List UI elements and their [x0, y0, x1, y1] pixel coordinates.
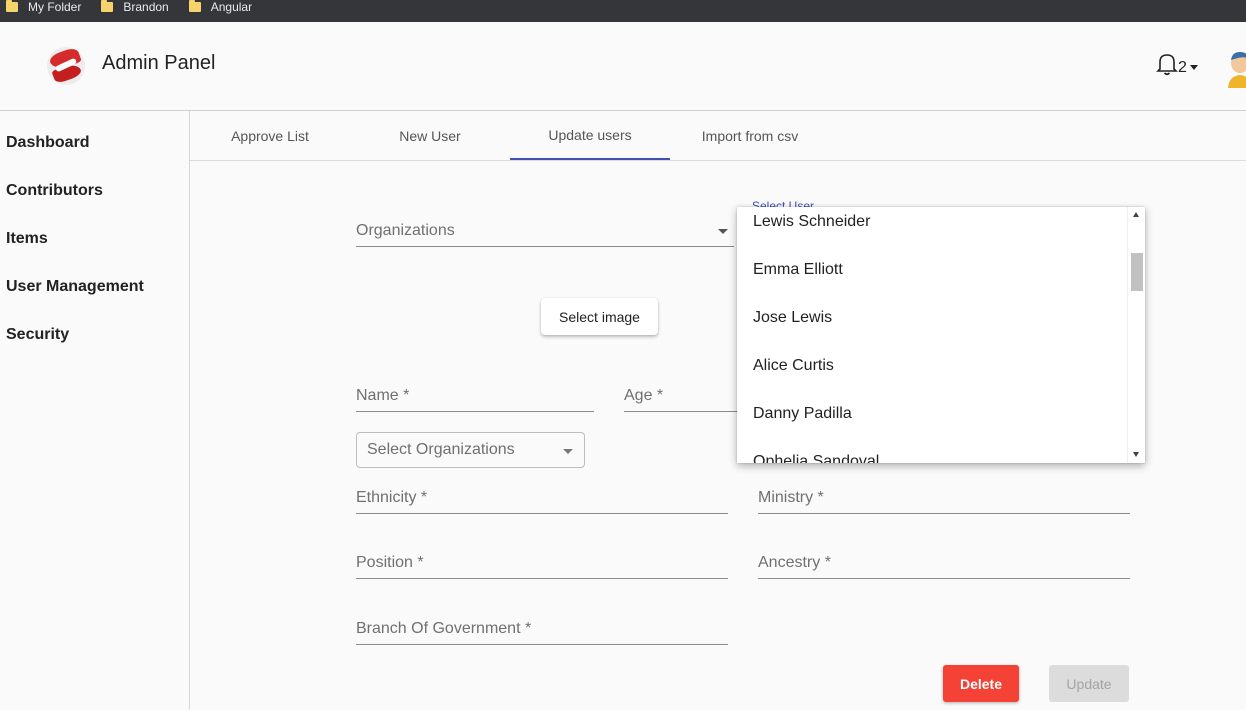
age-field[interactable]: Age * — [624, 378, 744, 412]
user-option[interactable]: Lewis Schneider — [753, 213, 870, 231]
tab-update-users[interactable]: Update users — [510, 111, 670, 160]
ancestry-label: Ancestry * — [758, 554, 831, 571]
ethnicity-field[interactable]: Ethnicity * — [356, 480, 728, 514]
select-organizations-label: Select Organizations — [367, 441, 515, 458]
avatar[interactable] — [1226, 48, 1246, 88]
tab-import-from-csv[interactable]: Import from csv — [670, 111, 830, 160]
bookmark-label: My Folder — [28, 0, 82, 14]
update-button[interactable]: Update — [1049, 665, 1129, 702]
scroll-up-arrow-icon[interactable] — [1133, 212, 1139, 217]
bookmark-angular[interactable]: Angular — [188, 0, 253, 14]
ancestry-field[interactable]: Ancestry * — [758, 545, 1130, 579]
chevron-down-icon — [1189, 65, 1198, 70]
ethnicity-label: Ethnicity * — [356, 489, 428, 506]
ministry-field[interactable]: Ministry * — [758, 480, 1130, 514]
notifications-button[interactable]: 2 — [1156, 52, 1198, 76]
user-option[interactable]: Emma Elliott — [753, 261, 843, 279]
sidebar-item-security[interactable]: Security — [6, 326, 69, 344]
tab-bar: Approve List New User Update users Impor… — [190, 111, 1246, 161]
tab-new-user[interactable]: New User — [350, 111, 510, 160]
position-field[interactable]: Position * — [356, 545, 728, 579]
branch-of-government-label: Branch Of Government * — [356, 620, 532, 637]
delete-button[interactable]: Delete — [943, 665, 1019, 702]
tab-approve-list[interactable]: Approve List — [190, 111, 350, 160]
notification-count: 2 — [1178, 59, 1187, 76]
select-organizations-dropdown[interactable]: Select Organizations — [356, 432, 585, 468]
bookmark-label: Angular — [210, 0, 253, 14]
age-label: Age * — [624, 387, 664, 404]
dropdown-scrollbar[interactable] — [1127, 207, 1145, 463]
scrollbar-thumb[interactable] — [1131, 253, 1143, 291]
bell-icon — [1156, 54, 1178, 76]
bookmark-my-folder[interactable]: My Folder — [6, 0, 81, 14]
organizations-select[interactable]: Organizations — [356, 213, 734, 247]
user-option[interactable]: Ophelia Sandoval — [753, 453, 879, 463]
select-user-dropdown-panel: Lewis Schneider Emma Elliott Jose Lewis … — [737, 207, 1145, 463]
folder-icon — [6, 0, 18, 12]
app-logo — [47, 47, 85, 85]
sidebar-item-user-management[interactable]: User Management — [6, 278, 144, 296]
user-option[interactable]: Alice Curtis — [753, 357, 834, 375]
user-option[interactable]: Danny Padilla — [753, 405, 852, 423]
user-option[interactable]: Jose Lewis — [753, 309, 832, 327]
app-header: Admin Panel 2 — [0, 22, 1246, 111]
sidebar-item-items[interactable]: Items — [6, 230, 48, 248]
position-label: Position * — [356, 554, 424, 571]
bookmark-label: Brandon — [123, 0, 169, 14]
folder-icon — [101, 0, 114, 12]
app-title: Admin Panel — [102, 52, 216, 74]
sidebar-item-dashboard[interactable]: Dashboard — [6, 134, 90, 152]
ministry-label: Ministry * — [758, 489, 824, 506]
select-image-button[interactable]: Select image — [541, 298, 658, 335]
branch-of-government-field[interactable]: Branch Of Government * — [356, 611, 728, 645]
bookmarks-bar: My Folder Brandon Angular — [0, 0, 1246, 22]
bookmark-brandon[interactable]: Brandon — [101, 0, 169, 14]
sidebar: Dashboard Contributors Items User Manage… — [0, 111, 190, 710]
sidebar-item-contributors[interactable]: Contributors — [6, 182, 103, 200]
name-label: Name * — [356, 387, 410, 404]
scroll-down-arrow-icon[interactable] — [1133, 452, 1139, 457]
name-field[interactable]: Name * — [356, 378, 594, 412]
dropdown-arrow-icon — [718, 229, 728, 234]
organizations-label: Organizations — [356, 222, 455, 239]
dropdown-arrow-icon — [563, 449, 573, 454]
folder-icon — [188, 0, 201, 12]
